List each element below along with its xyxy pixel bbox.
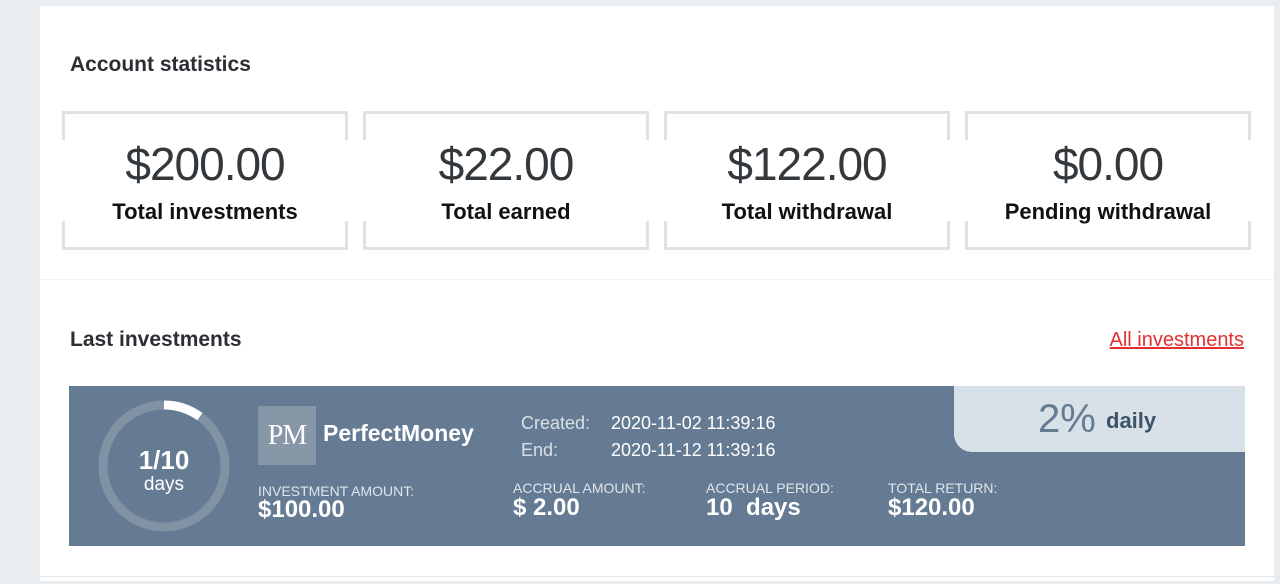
card-bracket-top bbox=[363, 111, 649, 140]
progress-text: 1/10 days bbox=[97, 446, 231, 496]
progress-count: 1/10 bbox=[138, 445, 190, 475]
last-investments-title: Last investments bbox=[70, 328, 242, 351]
investment-amount-value: $100.00 bbox=[258, 496, 345, 523]
stat-value: $0.00 bbox=[1052, 138, 1164, 190]
stat-card-total-earned: $22.00 Total earned bbox=[363, 111, 649, 250]
stat-label: Total withdrawal bbox=[721, 199, 893, 224]
stat-card-total-investments: $200.00 Total investments bbox=[62, 111, 348, 250]
stat-label: Pending withdrawal bbox=[1004, 199, 1212, 224]
rate-period: daily bbox=[1106, 408, 1157, 433]
created-label: Created: bbox=[521, 413, 591, 433]
total-return-value: $120.00 bbox=[888, 494, 975, 521]
card-bracket-top bbox=[965, 111, 1251, 140]
end-value: 2020-11-12 11:39:16 bbox=[611, 440, 776, 460]
perfectmoney-logo: PM bbox=[258, 406, 316, 465]
stat-card-total-withdrawal: $122.00 Total withdrawal bbox=[664, 111, 950, 250]
accrual-period-value: 10 days bbox=[706, 494, 801, 521]
card-bracket-bottom bbox=[664, 221, 950, 250]
stat-value: $22.00 bbox=[438, 138, 575, 190]
stat-value: $200.00 bbox=[125, 138, 285, 190]
card-bracket-bottom bbox=[363, 221, 649, 250]
rate-percent: 2% bbox=[1038, 397, 1096, 441]
card-bracket-bottom bbox=[965, 221, 1251, 250]
investment-card[interactable]: 1/10 days PM PerfectMoney Created: 2020-… bbox=[69, 386, 1245, 546]
stat-label: Total investments bbox=[112, 199, 298, 224]
bottom-divider bbox=[40, 576, 1274, 577]
stat-label: Total earned bbox=[441, 199, 571, 224]
accrual-amount-value: $ 2.00 bbox=[513, 494, 580, 521]
payment-system-name: PerfectMoney bbox=[323, 420, 474, 446]
stat-card-pending-withdrawal: $0.00 Pending withdrawal bbox=[965, 111, 1251, 250]
card-bracket-top bbox=[62, 111, 348, 140]
rate-box: 2% daily bbox=[954, 386, 1245, 452]
account-statistics-title: Account statistics bbox=[70, 53, 251, 76]
end-label: End: bbox=[521, 440, 559, 460]
all-investments-link[interactable]: All investments bbox=[1110, 329, 1245, 352]
created-value: 2020-11-02 11:39:16 bbox=[611, 413, 776, 433]
section-divider bbox=[40, 279, 1274, 280]
card-bracket-bottom bbox=[62, 221, 348, 250]
stat-value: $122.00 bbox=[727, 138, 887, 190]
card-bracket-top bbox=[664, 111, 950, 140]
progress-unit: days bbox=[143, 474, 185, 495]
